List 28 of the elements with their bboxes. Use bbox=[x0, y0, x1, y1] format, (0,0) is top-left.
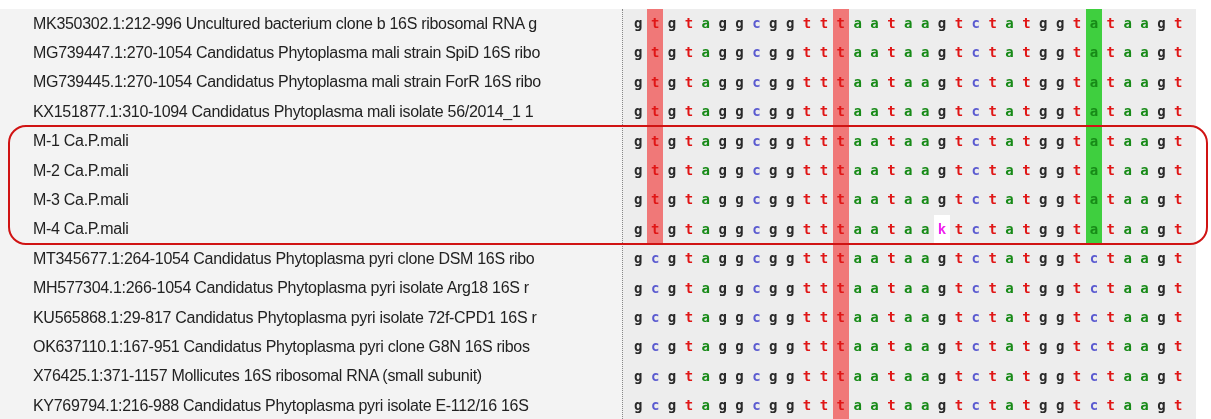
sequence-name[interactable]: OK637110.1:167-951 Candidatus Phytoplasma pyri clone G8N 16S ribos bbox=[33, 335, 530, 359]
sequence-name[interactable]: M-1 Ca.P.mali bbox=[33, 129, 129, 154]
sequence-text: g c g t a g g c g g t t t a a t a a g t c t a t g g t c t a a g t bbox=[630, 391, 1187, 419]
sequence-name[interactable]: M-4 Ca.P.mali bbox=[33, 217, 129, 242]
sequence-text: g t g t a g g c g g t t t a a t a a g t c t a t g g t a t a a g t bbox=[630, 67, 1187, 98]
sequence-text: g t g t a g g c g g t t t a a t a a g t c t a t g g t a t a a g t bbox=[630, 9, 1187, 39]
sequence-name[interactable]: MK350302.1:212-996 Uncultured bacterium clone b 16S ribosomal RNA g bbox=[33, 11, 537, 36]
sequence-name[interactable]: KX151877.1:310-1094 Candidatus Phytoplasma mali isolate 56/2014_1 1 bbox=[33, 99, 534, 124]
sequence-text: g c g t a g g c g g t t t a a t a a g t c t a t g g t c t a a g t bbox=[630, 273, 1187, 303]
sequence-text: g c g t a g g c g g t t t a a t a a g t c t a t g g t c t a a g t bbox=[630, 361, 1187, 392]
sequence-name[interactable]: M-3 Ca.P.mali bbox=[33, 188, 129, 213]
sequence-name[interactable]: MT345677.1:264-1054 Candidatus Phytoplasma pyri clone DSM 16S ribo bbox=[33, 246, 535, 271]
sequence-text: g t g t a g g c g g t t t a a t a a g t c t a t g g t a t a a g t bbox=[630, 155, 1187, 186]
sequence-text: g t g t a g g c g g t t t a a t a a g t c t a t g g t a t a a g t bbox=[630, 126, 1187, 156]
sequence-name[interactable]: MG739447.1:270-1054 Candidatus Phytoplasma mali strain SpiD 16S ribo bbox=[33, 41, 540, 66]
sequence-text: g t g t a g g c g g t t t a a t a a k t c t a t g g t a t a a g t bbox=[630, 214, 1187, 245]
sequence-text: g c g t a g g c g g t t t a a t a a g t c t a t g g t c t a a g t bbox=[630, 302, 1187, 333]
sequence-name[interactable]: KU565868.1:29-817 Candidatus Phytoplasma pyri isolate 72f-CPD1 16S r bbox=[33, 305, 537, 330]
sequence-text: g t g t a g g c g g t t t a a t a a g t c t a t g g t a t a a g t bbox=[630, 97, 1187, 127]
sequence-text: g c g t a g g c g g t t t a a t a a g t c t a t g g t c t a a g t bbox=[630, 244, 1187, 274]
sequence-name[interactable]: MH577304.1:266-1054 Candidatus Phytoplasma pyri isolate Arg18 16S r bbox=[33, 276, 529, 301]
sequence-text: g t g t a g g c g g t t t a a t a a g t c t a t g g t a t a a g t bbox=[630, 38, 1187, 68]
sequence-text: g c g t a g g c g g t t t a a t a a g t c t a t g g t c t a a g t bbox=[630, 332, 1187, 362]
sequence-name[interactable]: KY769794.1:216-988 Candidatus Phytoplasma pyri isolate E-112/16 16S bbox=[33, 393, 529, 418]
sequence-name[interactable]: MG739445.1:270-1054 Candidatus Phytoplasma mali strain ForR 16S ribo bbox=[33, 70, 541, 95]
sequence-name[interactable]: M-2 Ca.P.mali bbox=[33, 158, 129, 183]
sequence-text: g t g t a g g c g g t t t a a t a a g t c t a t g g t a t a a g t bbox=[630, 185, 1187, 215]
sequence-name[interactable]: X76425.1:371-1157 Mollicutes 16S ribosomal RNA (small subunit) bbox=[33, 364, 482, 389]
